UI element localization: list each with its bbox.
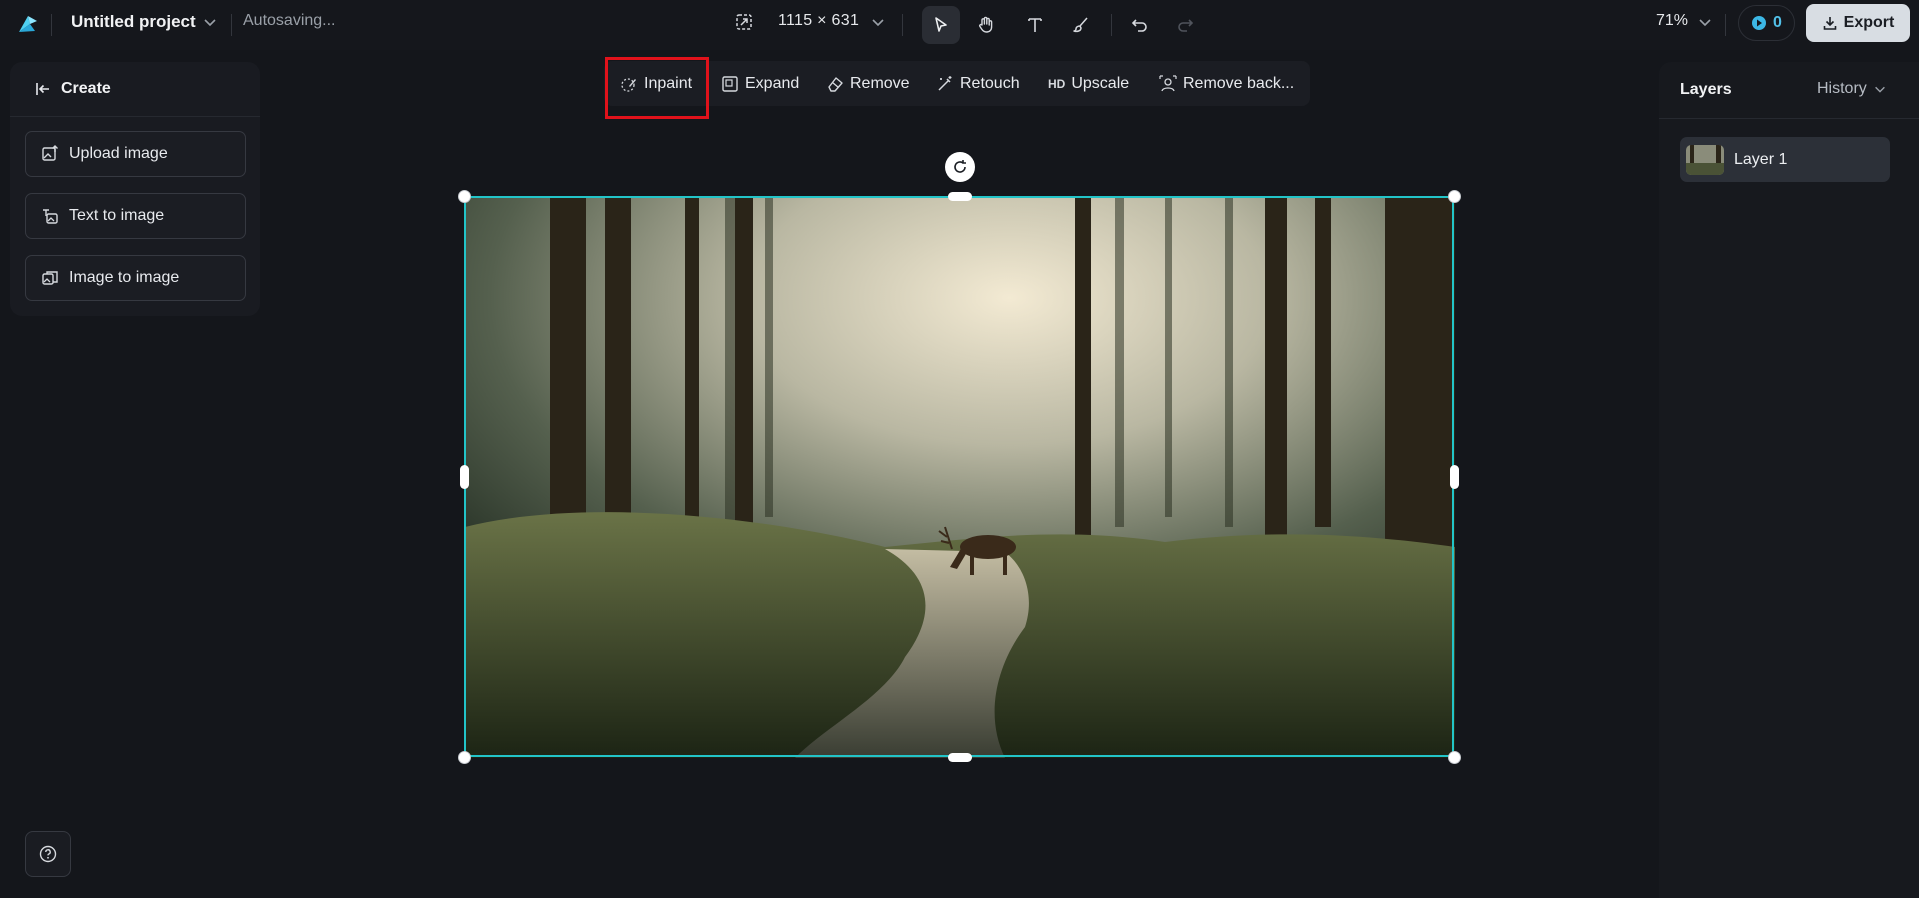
hand-tool-button[interactable] [967, 6, 1005, 44]
app-logo-icon[interactable] [16, 12, 40, 36]
remove-background-button[interactable]: Remove back... [1159, 61, 1294, 106]
upscale-button[interactable]: HD Upscale [1048, 61, 1129, 106]
layers-panel: Layers History Layer 1 [1659, 62, 1919, 898]
chevron-down-icon[interactable] [202, 14, 218, 30]
credits-badge[interactable]: 0 [1738, 5, 1795, 41]
back-arrow-icon[interactable] [35, 80, 53, 98]
cursor-icon [935, 17, 947, 32]
redo-icon [1178, 19, 1194, 32]
resize-icon[interactable] [734, 12, 754, 32]
rotate-icon [954, 160, 966, 173]
upload-image-label: Upload image [69, 145, 168, 162]
remove-background-label: Remove back... [1183, 74, 1295, 92]
magic-wand-icon [938, 75, 952, 91]
resize-handle-top-left[interactable] [458, 190, 471, 203]
select-tool-button[interactable] [922, 6, 960, 44]
text-to-image-icon [43, 209, 58, 224]
layer-item[interactable]: Layer 1 [1680, 137, 1890, 182]
remove-label: Remove [850, 74, 910, 92]
upload-image-button[interactable]: Upload image [25, 131, 246, 177]
resize-handle-top[interactable] [948, 192, 972, 201]
resize-handle-top-right[interactable] [1448, 190, 1461, 203]
text-tool-button[interactable] [1016, 6, 1054, 44]
chevron-down-icon[interactable] [870, 14, 886, 30]
chevron-down-icon[interactable] [1697, 14, 1713, 30]
layer-thumbnail [1686, 144, 1724, 175]
image-to-image-label: Image to image [69, 269, 180, 286]
divider [902, 14, 903, 36]
eraser-icon [828, 76, 843, 92]
help-button[interactable] [25, 831, 71, 877]
expand-button[interactable]: Expand [721, 61, 799, 106]
text-icon [1028, 18, 1042, 32]
history-label: History [1817, 80, 1867, 97]
selection-frame [464, 196, 1454, 757]
download-icon [1823, 17, 1836, 30]
remove-background-icon [1159, 74, 1177, 91]
help-icon [39, 845, 57, 863]
text-to-image-button[interactable]: Text to image [25, 193, 246, 239]
edit-toolbar: Inpaint Expand Remove Retouch HD Upscale… [604, 61, 1310, 106]
resize-handle-bottom-right[interactable] [1448, 751, 1461, 764]
tab-layers[interactable]: Layers [1680, 81, 1732, 99]
hd-icon: HD [1048, 76, 1066, 91]
brush-tool-button[interactable] [1062, 6, 1100, 44]
divider [231, 14, 232, 36]
divider [1725, 14, 1726, 36]
upscale-label: Upscale [1071, 74, 1130, 92]
export-button[interactable]: Export [1806, 4, 1910, 42]
undo-button[interactable] [1121, 6, 1159, 44]
resize-handle-bottom-left[interactable] [458, 751, 471, 764]
remove-button[interactable]: Remove [826, 61, 910, 106]
text-to-image-label: Text to image [69, 207, 165, 224]
zoom-level[interactable]: 71% [1656, 12, 1688, 30]
brush-icon [1073, 17, 1088, 33]
image-to-image-button[interactable]: Image to image [25, 255, 246, 301]
layer-name: Layer 1 [1734, 150, 1788, 168]
hand-icon [979, 16, 993, 33]
tab-history[interactable]: History [1817, 80, 1887, 98]
redo-button[interactable] [1166, 6, 1204, 44]
inpaint-highlight-box [605, 57, 709, 119]
image-to-image-icon [42, 271, 58, 285]
resize-handle-left[interactable] [460, 465, 469, 489]
top-bar: Untitled project Autosaving... 1115 × 63… [0, 0, 1919, 50]
resize-handle-right[interactable] [1450, 465, 1459, 489]
retouch-button[interactable]: Retouch [936, 61, 1020, 106]
save-status: Autosaving... [243, 12, 336, 29]
create-header[interactable]: Create [10, 62, 260, 117]
canvas-size[interactable]: 1115 × 631 [778, 12, 859, 30]
chevron-down-icon [1874, 86, 1885, 93]
expand-label: Expand [745, 74, 800, 92]
divider [51, 14, 52, 36]
credit-icon [1752, 16, 1767, 30]
expand-icon [722, 75, 738, 92]
upload-image-icon [42, 145, 58, 161]
resize-handle-bottom[interactable] [948, 753, 972, 762]
layers-panel-header: Layers History [1659, 62, 1919, 119]
rotate-handle[interactable] [945, 152, 975, 182]
divider [1111, 14, 1112, 36]
project-name[interactable]: Untitled project [71, 12, 196, 32]
undo-icon [1131, 19, 1147, 32]
create-panel: Create Upload image Text to image Image … [10, 62, 260, 316]
retouch-label: Retouch [960, 74, 1020, 92]
create-title: Create [61, 80, 111, 97]
credits-count: 0 [1773, 14, 1782, 31]
export-label: Export [1843, 14, 1895, 31]
